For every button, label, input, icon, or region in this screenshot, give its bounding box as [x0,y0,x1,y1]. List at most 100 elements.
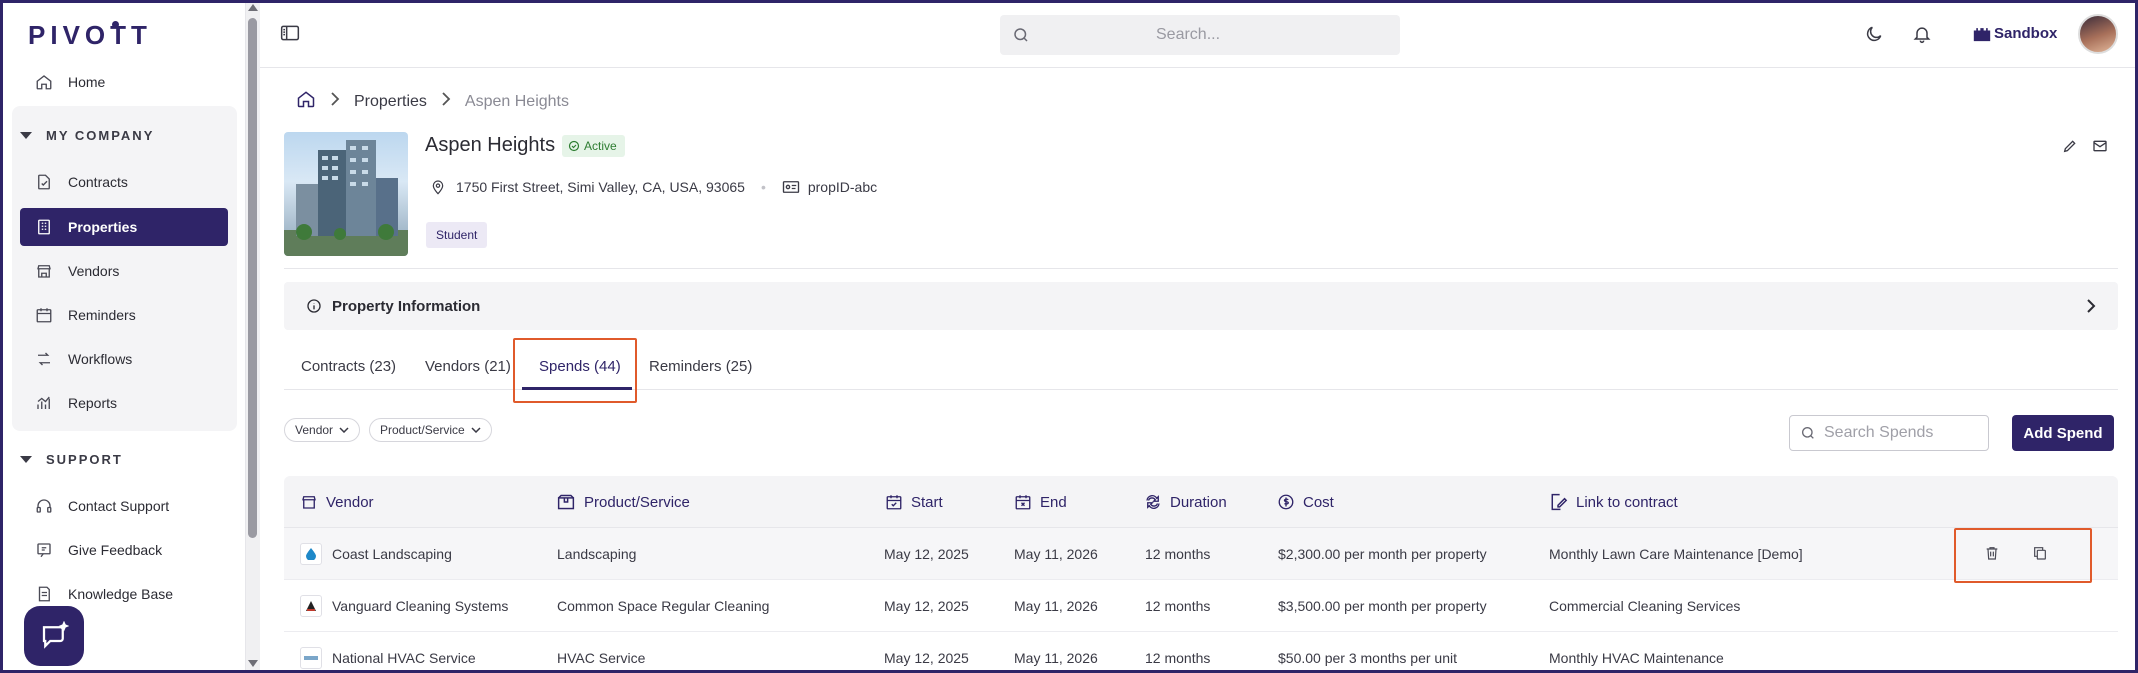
duration-cell: 12 months [1145,650,1211,666]
global-search-input[interactable]: Search... [1000,15,1400,55]
property-image [284,132,408,256]
dot-separator: • [760,179,766,195]
column-product[interactable]: Product/Service [556,493,690,511]
notification-bell-icon[interactable] [1912,24,1932,49]
chevron-right-icon [2086,298,2096,318]
sidebar-item-label: Give Feedback [68,542,163,558]
sidebar-item-vendors[interactable]: Vendors [20,252,228,290]
table-row[interactable]: Vanguard Cleaning Systems Common Space R… [284,580,2118,632]
tab-reminders[interactable]: Reminders (25) [649,358,752,375]
tab-bar: Contracts (23) Vendors (21) Spends (44) … [284,348,2118,390]
section-support[interactable]: SUPPORT [20,452,123,467]
sidebar-item-reminders[interactable]: Reminders [20,296,228,334]
section-label: MY COMPANY [46,128,155,143]
scroll-down-arrow-icon[interactable] [248,660,258,667]
tab-contracts[interactable]: Contracts (23) [301,358,396,375]
edit-pencil-icon[interactable] [2062,138,2078,159]
sidebar-toggle-icon[interactable] [280,24,300,47]
sidebar-item-label: Properties [68,219,138,235]
sidebar-item-home[interactable]: Home [20,63,228,101]
column-duration[interactable]: Duration [1144,493,1227,511]
product-filter-dropdown[interactable]: Product/Service [369,418,492,442]
top-bar: Search... Sandbox [260,0,2138,68]
email-envelope-icon[interactable] [2092,138,2108,159]
column-cost[interactable]: Cost [1277,493,1334,511]
location-pin-icon [432,180,444,195]
column-label: Cost [1303,493,1334,511]
column-end[interactable]: End [1014,493,1067,511]
vendor-name[interactable]: National HVAC Service [332,650,476,666]
column-label: End [1040,493,1067,511]
add-spend-button[interactable]: Add Spend [2012,415,2114,451]
search-icon [1014,28,1028,42]
caret-down-icon [20,456,32,463]
contract-link[interactable]: Monthly HVAC Maintenance [1549,650,1724,666]
column-label: Start [911,493,943,511]
duration-cell: 12 months [1145,598,1211,614]
column-link-to-contract[interactable]: Link to contract [1548,493,1678,511]
duplicate-copy-icon[interactable] [2032,544,2048,565]
end-cell: May 11, 2026 [1014,598,1098,614]
sidebar-item-contracts[interactable]: Contracts [20,163,228,201]
caret-down-icon [20,132,32,139]
search-spends-input[interactable]: Search Spends [1789,415,1989,451]
duration-cell: 12 months [1145,546,1211,562]
column-label: Vendor [326,493,374,511]
vendor-name[interactable]: Vanguard Cleaning Systems [332,598,508,614]
table-header: Vendor Product/Service Start End Duratio… [284,476,2118,528]
scroll-up-arrow-icon[interactable] [248,4,258,11]
vendor-name[interactable]: Coast Landscaping [332,546,452,562]
tab-vendors[interactable]: Vendors (21) [425,358,511,375]
contract-link[interactable]: Monthly Lawn Care Maintenance [Demo] [1549,546,1803,562]
chevron-down-icon [339,427,349,433]
breadcrumb: Properties Aspen Heights [296,89,569,114]
environment-switcher[interactable]: Sandbox [1972,24,2057,42]
home-icon[interactable] [296,89,316,114]
cost-cell: $50.00 per 3 months per unit [1278,650,1458,666]
section-my-company[interactable]: MY COMPANY [20,128,154,143]
workflow-icon [34,349,54,369]
sidebar-item-contact-support[interactable]: Contact Support [20,487,228,525]
sidebar-item-label: Home [68,74,106,90]
end-cell: May 11, 2026 [1014,650,1098,666]
breadcrumb-properties-link[interactable]: Properties [354,93,427,111]
book-icon [34,584,54,604]
contract-link[interactable]: Commercial Cleaning Services [1549,598,1740,614]
castle-icon [1973,28,1991,42]
column-label: Product/Service [584,493,690,511]
calendar-icon [34,305,54,325]
property-information-panel[interactable]: Property Information [284,282,2118,330]
table-row[interactable]: National HVAC Service HVAC Service May 1… [284,632,2118,673]
dark-mode-moon-icon[interactable] [1864,24,1884,49]
start-cell: May 12, 2025 [884,598,969,614]
column-start[interactable]: Start [885,493,943,511]
column-vendor[interactable]: Vendor [300,493,374,511]
chat-icon [42,621,69,649]
divider [284,268,2118,269]
column-label: Link to contract [1576,493,1678,511]
user-avatar[interactable] [2078,14,2118,54]
sidebar-item-properties[interactable]: Properties [20,208,228,246]
vendor-filter-dropdown[interactable]: Vendor [284,418,361,442]
dollar-circle-icon [1277,493,1295,511]
product-cell: HVAC Service [557,650,646,666]
calendar-check-icon [885,493,903,511]
property-address: 1750 First Street, Simi Valley, CA, USA,… [456,179,745,195]
start-cell: May 12, 2025 [884,650,969,666]
end-cell: May 11, 2026 [1014,546,1098,562]
search-icon [1802,427,1814,439]
sidebar-item-reports[interactable]: Reports [20,384,228,422]
breadcrumb-current: Aspen Heights [464,92,569,110]
table-row[interactable]: Coast Landscaping Landscaping May 12, 20… [284,528,2118,580]
sidebar-scroll-thumb[interactable] [248,18,257,538]
chat-support-button[interactable] [24,606,84,666]
panel-title: Property Information [332,297,481,315]
chevron-right-icon [330,92,340,111]
delete-trash-icon[interactable] [1984,544,2000,565]
spends-table: Vendor Product/Service Start End Duratio… [284,476,2118,673]
app-logo[interactable]: PIVOTT [28,20,152,51]
tab-spends[interactable]: Spends (44) [539,358,621,375]
sidebar-item-workflows[interactable]: Workflows [20,340,228,378]
environment-label: Sandbox [1994,24,2058,42]
sidebar-item-give-feedback[interactable]: Give Feedback [20,531,228,569]
